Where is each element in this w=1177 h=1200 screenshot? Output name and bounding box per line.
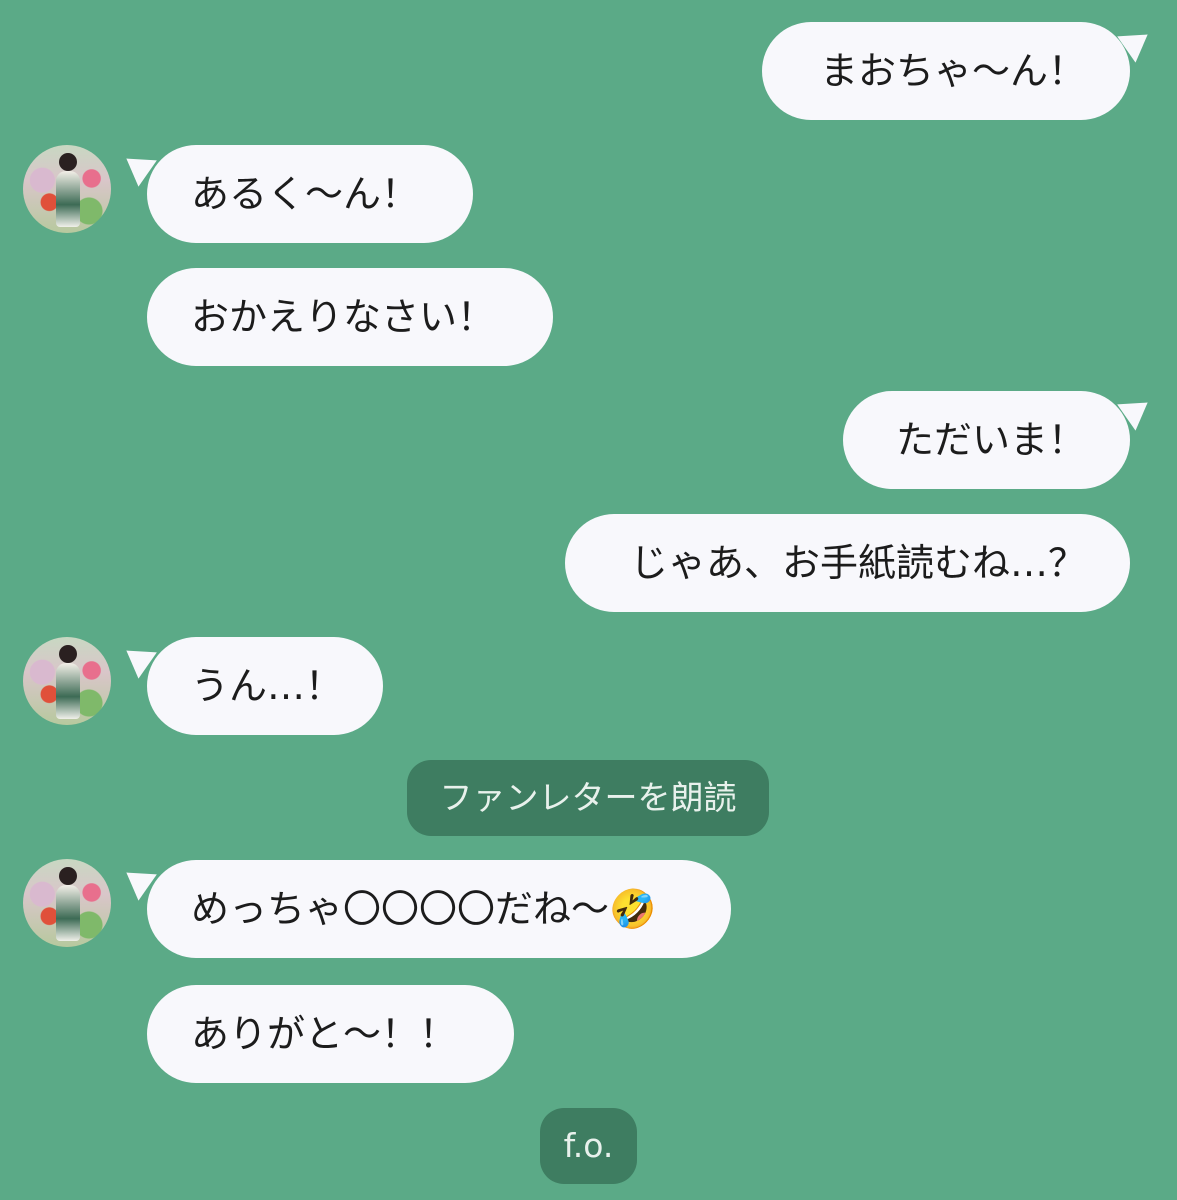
avatar-body — [56, 885, 80, 941]
message-bubble-received[interactable]: ありがと〜！！ — [147, 985, 514, 1083]
system-notice: ファンレターを朗読 — [407, 760, 769, 836]
message-bubble-sent[interactable]: ただいま！ — [843, 391, 1130, 489]
avatar-body — [56, 663, 80, 719]
avatar[interactable] — [23, 145, 111, 233]
message-bubble-received[interactable]: おかえりなさい！ — [147, 268, 553, 366]
avatar[interactable] — [23, 859, 111, 947]
avatar-head — [59, 867, 77, 885]
avatar-body — [56, 171, 80, 227]
message-bubble-received[interactable]: あるく〜ん！ — [147, 145, 473, 243]
chat-thread: まおちゃ〜ん！ あるく〜ん！ おかえりなさい！ ただいま！ じゃあ、お手紙読むね… — [0, 0, 1177, 1200]
system-notice: f.o. — [540, 1108, 637, 1184]
message-bubble-received[interactable]: めっちゃ〇〇〇〇だね〜🤣 — [147, 860, 731, 958]
avatar-head — [59, 645, 77, 663]
message-bubble-sent[interactable]: まおちゃ〜ん！ — [762, 22, 1130, 120]
avatar[interactable] — [23, 637, 111, 725]
avatar-head — [59, 153, 77, 171]
message-bubble-sent[interactable]: じゃあ、お手紙読むね…？ — [565, 514, 1130, 612]
message-bubble-received[interactable]: うん…！ — [147, 637, 383, 735]
